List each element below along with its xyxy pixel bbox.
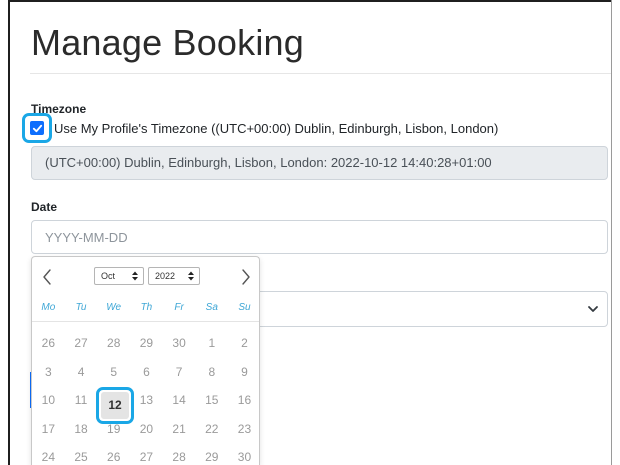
datepicker-day[interactable]: 23	[228, 415, 259, 444]
datepicker-day[interactable]: 21	[163, 415, 196, 444]
weekday-label: Tu	[75, 302, 87, 313]
datepicker-day[interactable]: 28	[97, 329, 130, 358]
window-frame-top	[8, 0, 612, 2]
datepicker-week-row: 10 11 13 14 15 16	[32, 386, 259, 415]
datepicker-day[interactable]: 4	[65, 358, 98, 387]
chevron-left-icon	[43, 269, 51, 285]
datepicker-day[interactable]: 26	[97, 443, 130, 465]
datepicker-day[interactable]: 28	[163, 443, 196, 465]
weekday-label: We	[106, 302, 122, 313]
datepicker-next-month-button[interactable]	[238, 266, 254, 288]
datepicker-month-value: Oct	[101, 271, 116, 281]
use-profile-timezone-label[interactable]: Use My Profile's Timezone ((UTC+00:00) D…	[54, 121, 498, 136]
datepicker-day[interactable]: 11	[65, 386, 98, 415]
datepicker-month-select[interactable]: Oct	[94, 267, 144, 285]
window-frame-left	[8, 0, 10, 465]
up-down-arrows-icon	[188, 271, 194, 281]
datepicker-day[interactable]: 1	[195, 329, 228, 358]
datepicker-day[interactable]: 27	[130, 443, 163, 465]
weekday-label: Su	[238, 302, 251, 313]
datepicker-day[interactable]: 29	[130, 329, 163, 358]
page-title: Manage Booking	[31, 22, 304, 63]
datepicker-day[interactable]: 24	[32, 443, 65, 465]
date-label: Date	[31, 200, 58, 214]
datepicker-day[interactable]: 26	[32, 329, 65, 358]
datepicker-day[interactable]: 3	[32, 358, 65, 387]
datepicker-day[interactable]: 2	[228, 329, 259, 358]
weekday-label: Fr	[174, 302, 184, 313]
datepicker-day[interactable]: 7	[163, 358, 196, 387]
datepicker-day[interactable]: 8	[195, 358, 228, 387]
datepicker-week-row: 17 18 19 20 21 22 23	[32, 415, 259, 444]
weekday-label: Th	[140, 302, 153, 313]
datepicker-day[interactable]: 30	[228, 443, 259, 465]
datepicker-week-row: 24 25 26 27 28 29 30	[32, 443, 259, 465]
datepicker-day[interactable]: 10	[32, 386, 65, 415]
datepicker-day[interactable]: 16	[228, 386, 259, 415]
datepicker-day[interactable]: 18	[65, 415, 98, 444]
datepicker-day[interactable]: 9	[228, 358, 259, 387]
datepicker-popup: Oct 2022 Mo Tu We Th Fr Sa Su 26 27 28 2…	[31, 256, 260, 465]
datepicker-year-value: 2022	[155, 271, 176, 281]
datepicker-week-row: 26 27 28 29 30 1 2	[32, 329, 259, 358]
datepicker-day[interactable]: 6	[130, 358, 163, 387]
datepicker-day[interactable]: 13	[130, 386, 163, 415]
use-profile-timezone-checkbox[interactable]	[30, 121, 44, 135]
chevron-right-icon	[242, 269, 250, 285]
datepicker-year-select[interactable]: 2022	[148, 267, 200, 285]
weekday-label: Mo	[41, 302, 56, 313]
datepicker-day[interactable]: 17	[32, 415, 65, 444]
checkmark-icon	[32, 124, 42, 132]
chevron-down-icon	[588, 306, 598, 312]
timezone-readonly-field: (UTC+00:00) Dublin, Edinburgh, Lisbon, L…	[31, 146, 608, 180]
weekday-label: Sa	[205, 302, 218, 313]
datepicker-prev-month-button[interactable]	[39, 266, 55, 288]
datepicker-day-grid: 26 27 28 29 30 1 2 3 4 5 6 7 8 9 10 11 1…	[32, 329, 259, 465]
window-frame-right	[611, 0, 612, 465]
datepicker-day[interactable]: 5	[97, 358, 130, 387]
selected-day-highlight	[96, 387, 134, 424]
datepicker-day[interactable]: 15	[195, 386, 228, 415]
datepicker-weekday-header: Mo Tu We Th Fr Sa Su	[32, 297, 259, 319]
date-input[interactable]	[31, 220, 608, 254]
datepicker-day[interactable]: 29	[195, 443, 228, 465]
title-divider	[30, 73, 611, 74]
datepicker-day[interactable]: 25	[65, 443, 98, 465]
datepicker-day[interactable]: 30	[163, 329, 196, 358]
datepicker-divider	[32, 321, 259, 322]
datepicker-day[interactable]: 22	[195, 415, 228, 444]
datepicker-day[interactable]: 20	[130, 415, 163, 444]
datepicker-day[interactable]: 27	[65, 329, 98, 358]
up-down-arrows-icon	[132, 271, 138, 281]
datepicker-day[interactable]: 14	[163, 386, 196, 415]
datepicker-week-row: 3 4 5 6 7 8 9	[32, 358, 259, 387]
